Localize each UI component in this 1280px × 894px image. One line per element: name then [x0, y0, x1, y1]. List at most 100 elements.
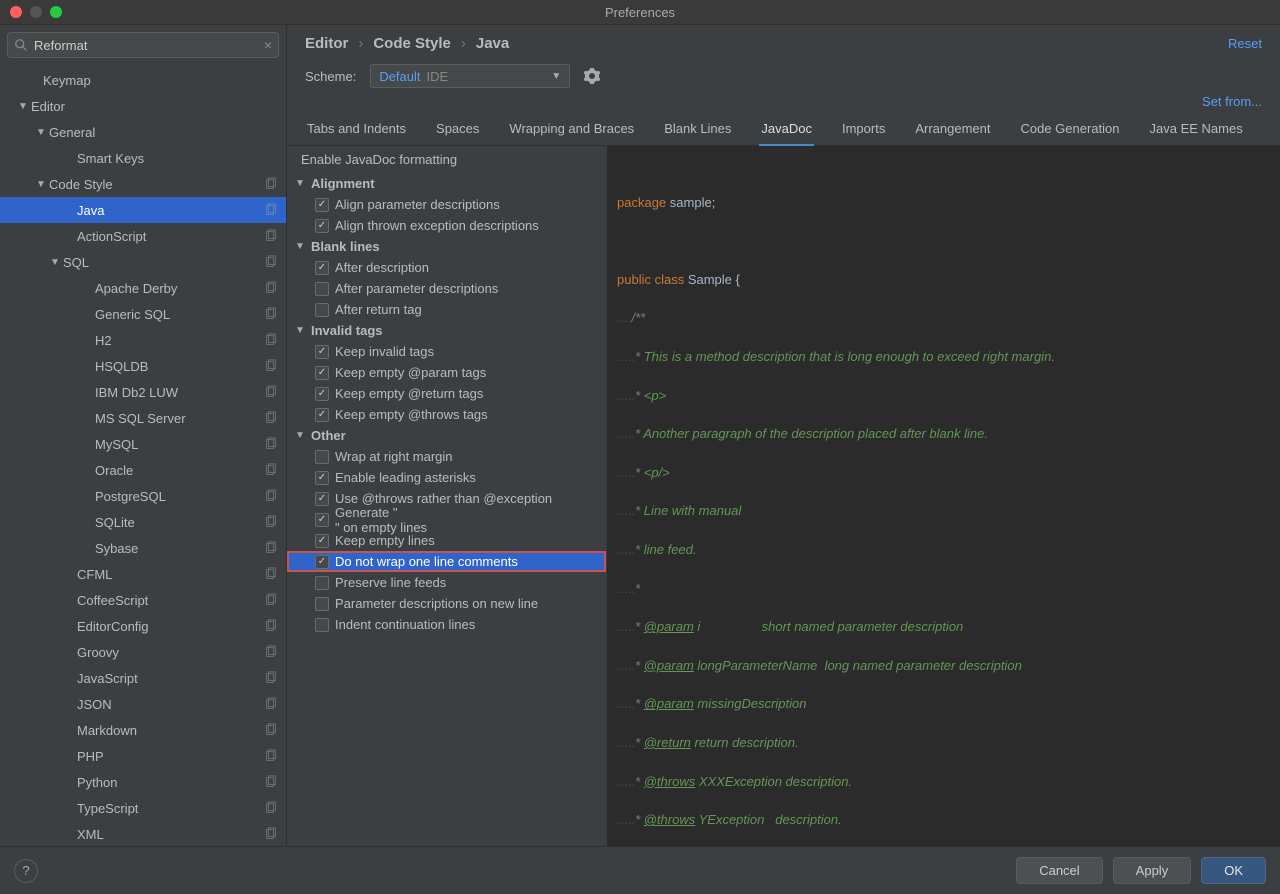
copy-icon [264, 437, 278, 451]
button-bar: ? Cancel Apply OK [0, 846, 1280, 894]
checkbox[interactable] [315, 408, 329, 422]
tree-item[interactable]: Markdown [0, 717, 286, 743]
option-row[interactable]: Keep invalid tags [287, 341, 606, 362]
checkbox[interactable] [315, 198, 329, 212]
ok-button[interactable]: OK [1201, 857, 1266, 884]
checkbox[interactable] [315, 387, 329, 401]
tab[interactable]: Java EE Names [1148, 115, 1245, 145]
option-row[interactable]: After return tag [287, 299, 606, 320]
tree-item[interactable]: Sybase [0, 535, 286, 561]
tree-item[interactable]: TypeScript [0, 795, 286, 821]
checkbox[interactable] [315, 303, 329, 317]
checkbox[interactable] [315, 513, 329, 527]
tree-item[interactable]: JavaScript [0, 665, 286, 691]
option-row[interactable]: Keep empty lines [287, 530, 606, 551]
tab[interactable]: Imports [840, 115, 887, 145]
option-group[interactable]: ▼Invalid tags [287, 320, 606, 341]
tree-item[interactable]: H2 [0, 327, 286, 353]
search-input-wrap[interactable]: × [7, 32, 279, 58]
option-row[interactable]: Wrap at right margin [287, 446, 606, 467]
option-row[interactable]: Align parameter descriptions [287, 194, 606, 215]
tab[interactable]: Blank Lines [662, 115, 733, 145]
checkbox[interactable] [315, 345, 329, 359]
checkbox[interactable] [315, 219, 329, 233]
option-row[interactable]: Indent continuation lines [287, 614, 606, 635]
checkbox[interactable] [315, 534, 329, 548]
option-row[interactable]: Align thrown exception descriptions [287, 215, 606, 236]
option-row[interactable]: Keep empty @return tags [287, 383, 606, 404]
option-group[interactable]: ▼Blank lines [287, 236, 606, 257]
tree-item[interactable]: ActionScript [0, 223, 286, 249]
tree-item[interactable]: ▼SQL [0, 249, 286, 275]
tab[interactable]: JavaDoc [759, 115, 814, 146]
tree-item[interactable]: Apache Derby [0, 275, 286, 301]
tab[interactable]: Tabs and Indents [305, 115, 408, 145]
tree-item[interactable]: ▼Code Style [0, 171, 286, 197]
tab[interactable]: Spaces [434, 115, 481, 145]
checkbox[interactable] [315, 282, 329, 296]
tab[interactable]: Arrangement [913, 115, 992, 145]
tree-item[interactable]: Groovy [0, 639, 286, 665]
option-group[interactable]: ▼Alignment [287, 173, 606, 194]
cancel-button[interactable]: Cancel [1016, 857, 1102, 884]
help-button[interactable]: ? [14, 859, 38, 883]
tree-item[interactable]: CFML [0, 561, 286, 587]
copy-icon [264, 723, 278, 737]
tree-item[interactable]: EditorConfig [0, 613, 286, 639]
option-group[interactable]: ▼Other [287, 425, 606, 446]
tree-item[interactable]: Keymap [0, 67, 286, 93]
tree-item[interactable]: HSQLDB [0, 353, 286, 379]
checkbox[interactable] [315, 450, 329, 464]
scheme-dropdown[interactable]: Default IDE ▼ [370, 64, 570, 88]
checkbox[interactable] [315, 471, 329, 485]
tree-item[interactable]: ▼General [0, 119, 286, 145]
tree-item[interactable]: SQLite [0, 509, 286, 535]
tree-item[interactable]: Python [0, 769, 286, 795]
tree-item[interactable]: Java [0, 197, 286, 223]
tree-item[interactable]: ▼Editor [0, 93, 286, 119]
set-from-link[interactable]: Set from... [1202, 94, 1262, 109]
maximize-window-icon[interactable] [50, 6, 62, 18]
tree-item[interactable]: IBM Db2 LUW [0, 379, 286, 405]
search-icon [14, 38, 28, 52]
option-row[interactable]: Do not wrap one line comments [287, 551, 606, 572]
option-row[interactable]: Enable leading asterisks [287, 467, 606, 488]
tree-item[interactable]: MySQL [0, 431, 286, 457]
tab[interactable]: Wrapping and Braces [507, 115, 636, 145]
clear-search-icon[interactable]: × [264, 37, 272, 53]
tree-item[interactable]: PostgreSQL [0, 483, 286, 509]
tree-item[interactable]: MS SQL Server [0, 405, 286, 431]
tree-item[interactable]: Smart Keys [0, 145, 286, 171]
tab[interactable]: Code Generation [1018, 115, 1121, 145]
tree-item[interactable]: Generic SQL [0, 301, 286, 327]
tree-item[interactable]: PHP [0, 743, 286, 769]
checkbox[interactable] [315, 492, 329, 506]
window-title: Preferences [605, 5, 675, 20]
option-row[interactable]: Keep empty @throws tags [287, 404, 606, 425]
close-window-icon[interactable] [10, 6, 22, 18]
copy-icon [264, 333, 278, 347]
option-row[interactable]: Keep empty @param tags [287, 362, 606, 383]
minimize-window-icon[interactable] [30, 6, 42, 18]
search-input[interactable] [34, 38, 264, 53]
checkbox[interactable] [315, 597, 329, 611]
option-row[interactable]: After description [287, 257, 606, 278]
gear-icon[interactable] [584, 68, 600, 84]
option-row[interactable]: Preserve line feeds [287, 572, 606, 593]
tree-item[interactable]: Oracle [0, 457, 286, 483]
breadcrumb-part: Editor [305, 35, 348, 52]
tree-item[interactable]: JSON [0, 691, 286, 717]
option-row[interactable]: After parameter descriptions [287, 278, 606, 299]
option-row[interactable]: Parameter descriptions on new line [287, 593, 606, 614]
checkbox[interactable] [315, 261, 329, 275]
reset-link[interactable]: Reset [1228, 36, 1262, 51]
checkbox[interactable] [315, 618, 329, 632]
checkbox[interactable] [315, 576, 329, 590]
copy-icon [264, 411, 278, 425]
apply-button[interactable]: Apply [1113, 857, 1192, 884]
checkbox[interactable] [315, 555, 329, 569]
checkbox[interactable] [315, 366, 329, 380]
tree-item[interactable]: XML [0, 821, 286, 846]
tree-item[interactable]: CoffeeScript [0, 587, 286, 613]
option-row[interactable]: Generate "" on empty lines [287, 509, 606, 530]
